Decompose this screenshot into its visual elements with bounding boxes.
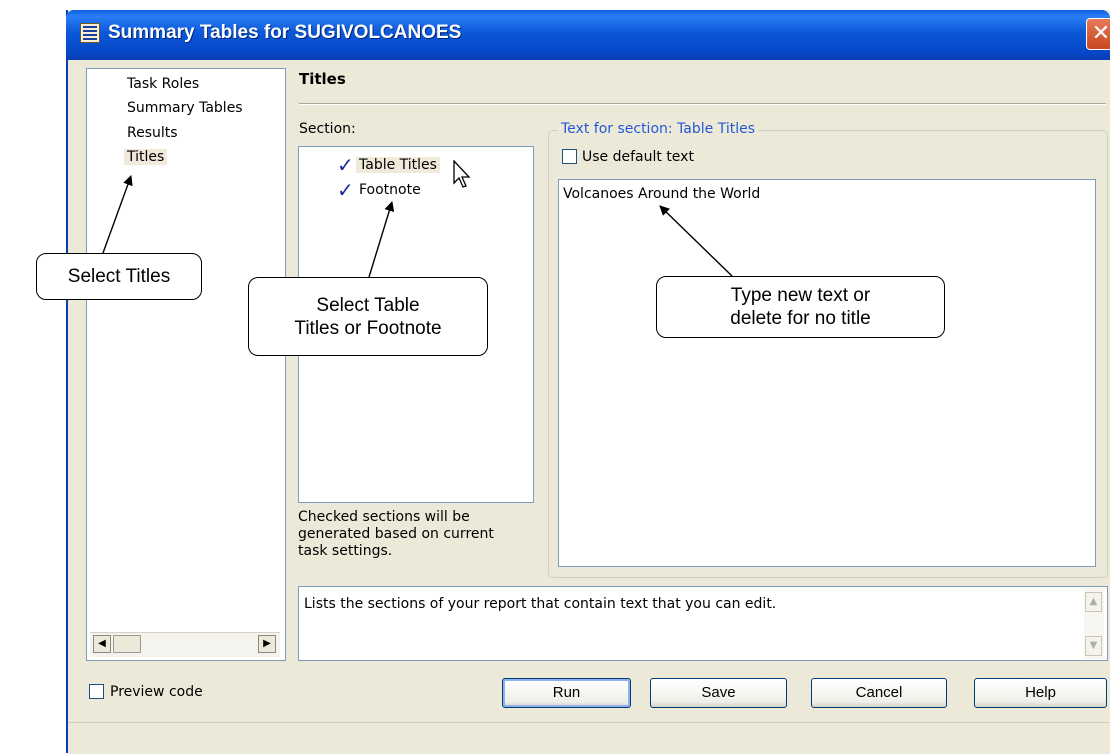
- callout-arrows: [102, 175, 733, 278]
